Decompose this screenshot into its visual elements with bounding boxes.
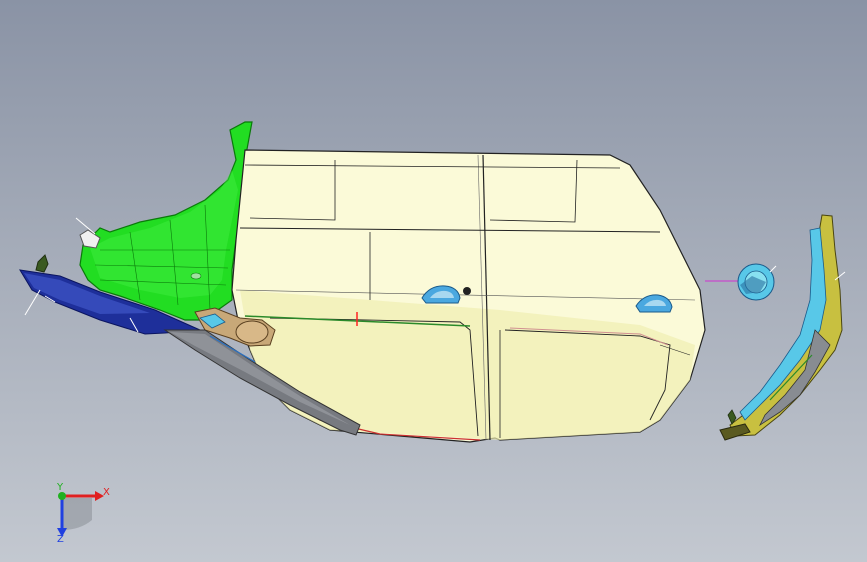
axis-y-label: Y <box>57 482 64 493</box>
cad-viewport[interactable]: X Y Z <box>0 0 867 562</box>
axis-z-label: Z <box>57 534 64 545</box>
door-lock-keyhole <box>463 287 471 295</box>
front-fender-part[interactable] <box>75 121 253 321</box>
axis-x-label: X <box>103 487 110 498</box>
rear-pillar-trim[interactable] <box>719 214 846 441</box>
axis-triad-icon <box>57 491 104 537</box>
cad-model-scene[interactable] <box>0 0 867 562</box>
fuel-cap-detail[interactable] <box>705 263 777 301</box>
